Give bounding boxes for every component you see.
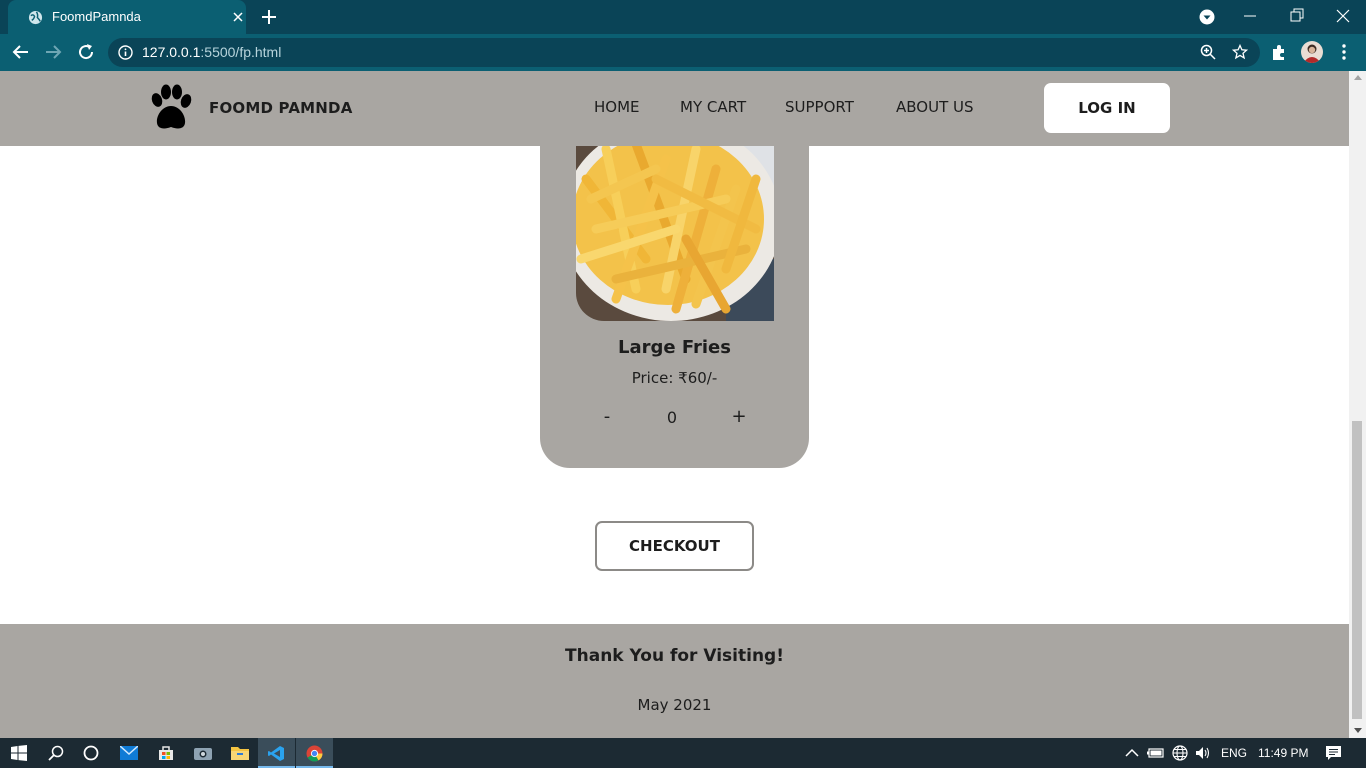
site-footer: Thank You for Visiting! May 2021 — [0, 624, 1349, 738]
nav-about-us[interactable]: ABOUT US — [896, 98, 974, 116]
taskbar-cortana[interactable] — [72, 738, 109, 768]
browser-tab[interactable]: FoomdPamnda — [8, 0, 246, 34]
taskbar-store[interactable] — [147, 738, 184, 768]
page-viewport: Large Fries Price: ₹60/- - 0 + FOOMD PAM… — [0, 71, 1349, 738]
avatar-icon — [1303, 44, 1321, 63]
cortana-circle-icon — [83, 745, 98, 761]
close-window-icon[interactable] — [1335, 7, 1351, 25]
input-language[interactable]: ENG — [1221, 746, 1247, 760]
fries-image — [576, 139, 774, 321]
browser-tabstrip: FoomdPamnda — [0, 0, 1366, 34]
back-arrow-icon[interactable] — [12, 43, 30, 61]
product-name: Large Fries — [618, 337, 731, 358]
camera-icon — [193, 748, 212, 760]
quantity-value: 0 — [666, 408, 678, 427]
reload-icon[interactable] — [77, 43, 95, 61]
brand-name[interactable]: FOOMD PAMNDA — [209, 99, 353, 117]
chrome-icon — [306, 745, 323, 761]
taskbar-mail[interactable] — [110, 738, 147, 768]
windows-taskbar: ENG 11:49 PM — [0, 738, 1366, 768]
profile-avatar[interactable] — [1301, 41, 1323, 63]
product-price: Price: ₹60/- — [631, 369, 718, 387]
paw-logo-icon[interactable] — [147, 84, 194, 132]
url-host: 127.0.0.1 — [142, 44, 201, 60]
windows-logo-icon — [10, 745, 27, 761]
tab-search-icon[interactable] — [1199, 9, 1215, 25]
mail-icon — [119, 746, 138, 760]
nav-my-cart[interactable]: MY CART — [680, 98, 746, 116]
taskbar-search[interactable] — [37, 738, 74, 768]
forward-arrow-icon[interactable] — [44, 43, 62, 61]
vscode-icon — [268, 745, 284, 761]
scroll-down-arrow-icon[interactable] — [1354, 728, 1362, 733]
product-card: Large Fries Price: ₹60/- - 0 + — [540, 111, 809, 468]
increase-quantity-button[interactable]: + — [727, 406, 751, 427]
taskbar-file-explorer[interactable] — [221, 738, 258, 768]
globe-icon — [28, 10, 43, 25]
network-globe-icon[interactable] — [1172, 745, 1188, 761]
bookmark-star-icon[interactable] — [1232, 44, 1248, 60]
search-icon — [47, 745, 63, 761]
start-button[interactable] — [0, 738, 37, 768]
page-scrollbar[interactable] — [1349, 71, 1366, 738]
taskbar-chrome[interactable] — [296, 738, 333, 768]
url-path: :5500/fp.html — [200, 44, 282, 60]
restore-icon[interactable] — [1289, 7, 1305, 25]
scroll-up-arrow-icon[interactable] — [1354, 75, 1362, 80]
info-icon[interactable] — [118, 45, 133, 60]
notifications-icon[interactable] — [1325, 745, 1342, 761]
taskbar-camera[interactable] — [184, 738, 221, 768]
browser-toolbar: 127.0.0.1:5500/fp.html — [0, 34, 1366, 71]
scroll-thumb[interactable] — [1352, 421, 1362, 719]
footer-date: May 2021 — [637, 696, 712, 714]
system-clock[interactable]: 11:49 PM — [1258, 746, 1308, 760]
footer-thanks: Thank You for Visiting! — [565, 646, 784, 666]
login-button[interactable]: LOG IN — [1044, 83, 1170, 133]
close-tab-icon[interactable] — [230, 9, 246, 25]
nav-support[interactable]: SUPPORT — [785, 98, 854, 116]
checkout-button[interactable]: CHECKOUT — [595, 521, 754, 571]
folder-icon — [230, 747, 249, 760]
more-menu-icon[interactable] — [1340, 43, 1348, 61]
address-bar[interactable]: 127.0.0.1:5500/fp.html — [108, 38, 1260, 67]
nav-home[interactable]: HOME — [594, 98, 640, 116]
battery-icon[interactable] — [1147, 747, 1165, 759]
store-bag-icon — [158, 746, 173, 760]
url-text: 127.0.0.1:5500/fp.html — [142, 44, 281, 60]
taskbar-vscode[interactable] — [258, 738, 295, 768]
zoom-icon[interactable] — [1200, 44, 1216, 60]
show-hidden-icons-chevron-icon[interactable] — [1125, 747, 1139, 759]
volume-icon[interactable] — [1195, 745, 1211, 761]
extensions-puzzle-icon[interactable] — [1270, 43, 1288, 61]
minimize-icon[interactable] — [1243, 7, 1257, 25]
decrease-quantity-button[interactable]: - — [595, 406, 619, 427]
site-header: FOOMD PAMNDA HOME MY CART SUPPORT ABOUT … — [0, 71, 1349, 146]
tab-title: FoomdPamnda — [52, 9, 141, 24]
new-tab-icon[interactable] — [260, 8, 278, 26]
fries-picture — [576, 139, 774, 321]
